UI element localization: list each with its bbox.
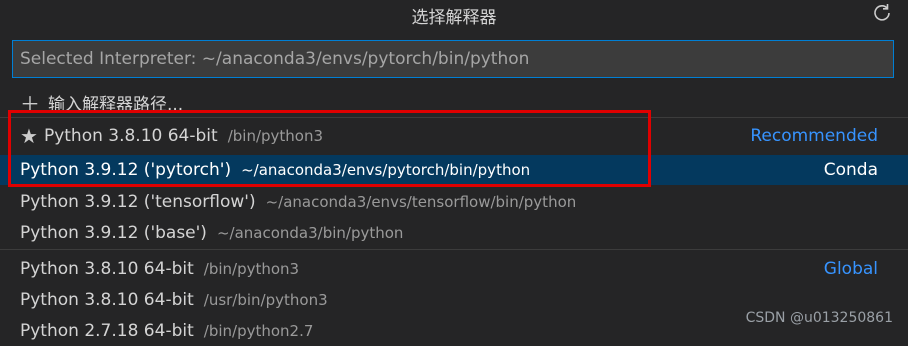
interpreter-label: Python 3.9.12 ('tensorflow') bbox=[20, 192, 256, 212]
interpreter-tag: Conda bbox=[823, 160, 878, 180]
interpreter-path: /usr/bin/python3 bbox=[203, 291, 328, 309]
interpreter-tag: Recommended bbox=[750, 126, 878, 146]
watermark: CSDN @u013250861 bbox=[745, 310, 893, 326]
interpreter-label: Python 3.9.12 ('base') bbox=[20, 223, 207, 243]
interpreter-tag: Global bbox=[823, 259, 878, 279]
interpreter-item[interactable]: Python 3.8.10 64-bit /bin/python3 Global bbox=[0, 254, 908, 284]
quick-pick-header: 选择解释器 bbox=[0, 0, 908, 30]
interpreter-search-input[interactable] bbox=[12, 40, 894, 78]
refresh-icon[interactable] bbox=[872, 2, 892, 22]
highlight-box bbox=[8, 110, 651, 187]
interpreter-path: ~/anaconda3/bin/python bbox=[216, 224, 404, 242]
interpreter-item[interactable]: Python 3.9.12 ('tensorflow') ~/anaconda3… bbox=[0, 187, 908, 217]
interpreter-label: Python 3.8.10 64-bit bbox=[20, 259, 194, 279]
interpreter-item[interactable]: Python 3.9.12 ('base') ~/anaconda3/bin/p… bbox=[0, 218, 908, 248]
interpreter-label: Python 3.8.10 64-bit bbox=[20, 290, 194, 310]
interpreter-path: /bin/python2.7 bbox=[203, 322, 314, 340]
quick-pick-title: 选择解释器 bbox=[411, 8, 497, 28]
interpreter-path: /bin/python3 bbox=[203, 260, 300, 278]
interpreter-path: ~/anaconda3/envs/tensorflow/bin/python bbox=[265, 193, 577, 211]
separator bbox=[0, 249, 908, 250]
interpreter-label: Python 2.7.18 64-bit bbox=[20, 321, 194, 341]
